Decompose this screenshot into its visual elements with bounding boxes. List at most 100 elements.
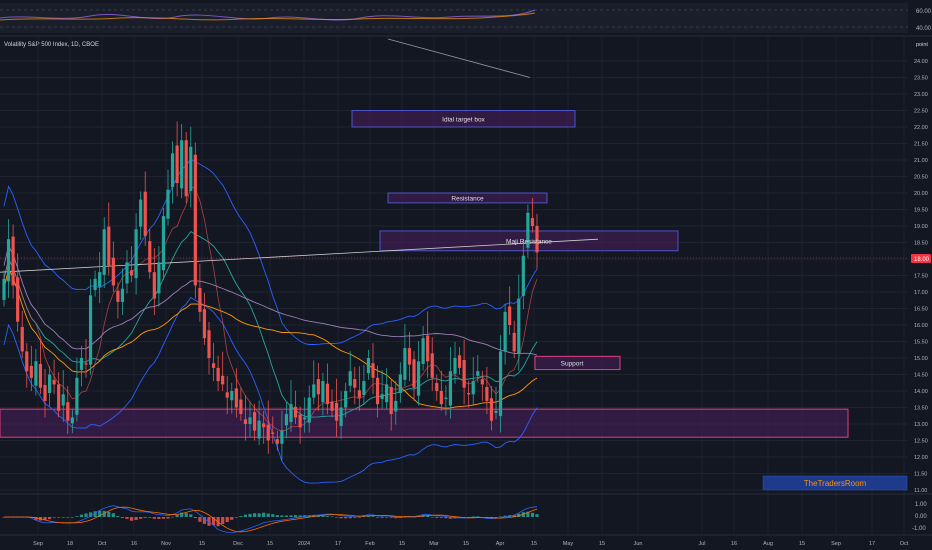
candle-body bbox=[189, 146, 193, 192]
price-tick-label: 13.00 bbox=[914, 422, 928, 428]
macd-histogram-bar bbox=[252, 513, 257, 517]
candle-body bbox=[494, 410, 498, 413]
candle-body bbox=[389, 387, 393, 415]
price-tick-label: 19.00 bbox=[914, 224, 928, 230]
candle-body bbox=[193, 154, 197, 286]
candle-body bbox=[521, 255, 525, 296]
candle-body bbox=[221, 375, 225, 385]
candle-body bbox=[498, 351, 503, 417]
macd-histogram-bar bbox=[79, 514, 84, 517]
candle-body bbox=[485, 387, 489, 401]
candle-body bbox=[170, 153, 175, 188]
macd-histogram-bar bbox=[353, 517, 357, 518]
price-tick-label: 24.00 bbox=[914, 59, 928, 65]
candle-body bbox=[325, 383, 330, 405]
candle-body bbox=[444, 397, 448, 399]
candle-body bbox=[348, 371, 352, 386]
candle-body bbox=[407, 348, 412, 365]
macd-histogram-bar bbox=[70, 517, 74, 518]
time-tick-label: Oct bbox=[900, 541, 909, 547]
macd-histogram-bar bbox=[107, 511, 111, 517]
macd-histogram-bar bbox=[439, 517, 443, 518]
macd-histogram-bar bbox=[125, 517, 129, 519]
macd-histogram-bar bbox=[243, 514, 248, 517]
candle-body bbox=[467, 392, 471, 395]
candle-body bbox=[471, 381, 475, 395]
candle-body bbox=[339, 407, 343, 426]
candle-body bbox=[321, 381, 325, 403]
candle-body bbox=[480, 379, 484, 385]
price-tick-label: 12.00 bbox=[914, 455, 928, 461]
macd-histogram-bar bbox=[357, 517, 361, 518]
candle-body bbox=[202, 309, 207, 339]
macd-histogram-bar bbox=[116, 516, 120, 517]
candle-body bbox=[334, 402, 339, 421]
macd-histogram-bar bbox=[339, 517, 343, 519]
candle-body bbox=[139, 199, 143, 227]
candle-body bbox=[403, 348, 407, 380]
candle-body bbox=[421, 338, 425, 364]
price-tick-label: 16.00 bbox=[914, 323, 928, 329]
macd-histogram-bar bbox=[266, 513, 270, 517]
candle-body bbox=[152, 272, 156, 299]
macd-histogram-bar bbox=[494, 517, 498, 518]
macd-histogram-bar bbox=[193, 517, 197, 519]
candle-body bbox=[353, 379, 357, 388]
annotation-zone bbox=[0, 408, 849, 438]
annotation-zone-label: Resistance bbox=[451, 195, 484, 202]
time-tick-label: Sep bbox=[831, 541, 841, 547]
macd-histogram-bar bbox=[280, 515, 284, 517]
candle-body bbox=[476, 371, 480, 376]
time-tick-label: 17 bbox=[869, 541, 875, 547]
macd-histogram-bar bbox=[120, 517, 125, 518]
time-tick-label: 15 bbox=[531, 541, 537, 547]
time-tick-label: Jul bbox=[698, 541, 705, 547]
candle-body bbox=[79, 358, 84, 370]
candle-body bbox=[275, 439, 279, 444]
candle-body bbox=[234, 388, 238, 408]
time-tick-label: Sep bbox=[33, 541, 43, 547]
price-tick-label: 11.00 bbox=[914, 488, 927, 494]
price-tick-label: 20.00 bbox=[914, 191, 928, 197]
candle-body bbox=[34, 361, 38, 386]
candle-body bbox=[385, 384, 389, 403]
macd-histogram-bar bbox=[57, 517, 61, 518]
candle-body bbox=[98, 272, 102, 287]
candle-body bbox=[134, 229, 138, 279]
time-tick-label: Aug bbox=[763, 541, 773, 547]
annotation-zone-label: Idial target box bbox=[442, 116, 485, 123]
price-tick-label: 12.50 bbox=[914, 439, 928, 445]
time-tick-label: 17 bbox=[335, 541, 341, 547]
candle-body bbox=[16, 277, 20, 322]
macd-histogram-bar bbox=[52, 517, 56, 518]
price-tick-label: 18.50 bbox=[914, 241, 928, 247]
candle-body bbox=[412, 359, 416, 388]
price-tick-label: 19.50 bbox=[914, 208, 928, 214]
macd-histogram-bar bbox=[334, 517, 339, 518]
candle-body bbox=[125, 262, 129, 284]
price-tick-label: 17.00 bbox=[914, 290, 928, 296]
candle-body bbox=[29, 365, 33, 378]
macd-histogram-bar bbox=[257, 513, 261, 517]
time-tick-label: May bbox=[563, 541, 574, 547]
time-tick-label: 18 bbox=[67, 541, 73, 547]
time-tick-label: Dec bbox=[233, 541, 243, 547]
macd-histogram-bar bbox=[166, 517, 170, 519]
macd-histogram-bar bbox=[221, 517, 225, 524]
candle-body bbox=[366, 358, 371, 374]
candle-body bbox=[180, 140, 184, 189]
candle-body bbox=[289, 404, 293, 423]
candle-body bbox=[380, 394, 384, 399]
candle-body bbox=[207, 330, 211, 358]
macd-histogram-bar bbox=[325, 516, 330, 517]
macd-histogram-bar bbox=[47, 517, 52, 520]
candle-body bbox=[129, 270, 134, 276]
candle-body bbox=[262, 423, 266, 428]
macd-histogram-bar bbox=[385, 517, 389, 518]
macd-tick-1: 1.00 bbox=[915, 502, 927, 508]
time-tick-label: 15 bbox=[267, 541, 273, 547]
candle-body bbox=[394, 400, 398, 412]
candle-body bbox=[148, 241, 152, 273]
price-tick-label: 23.50 bbox=[914, 76, 928, 82]
macd-histogram-bar bbox=[380, 517, 384, 518]
